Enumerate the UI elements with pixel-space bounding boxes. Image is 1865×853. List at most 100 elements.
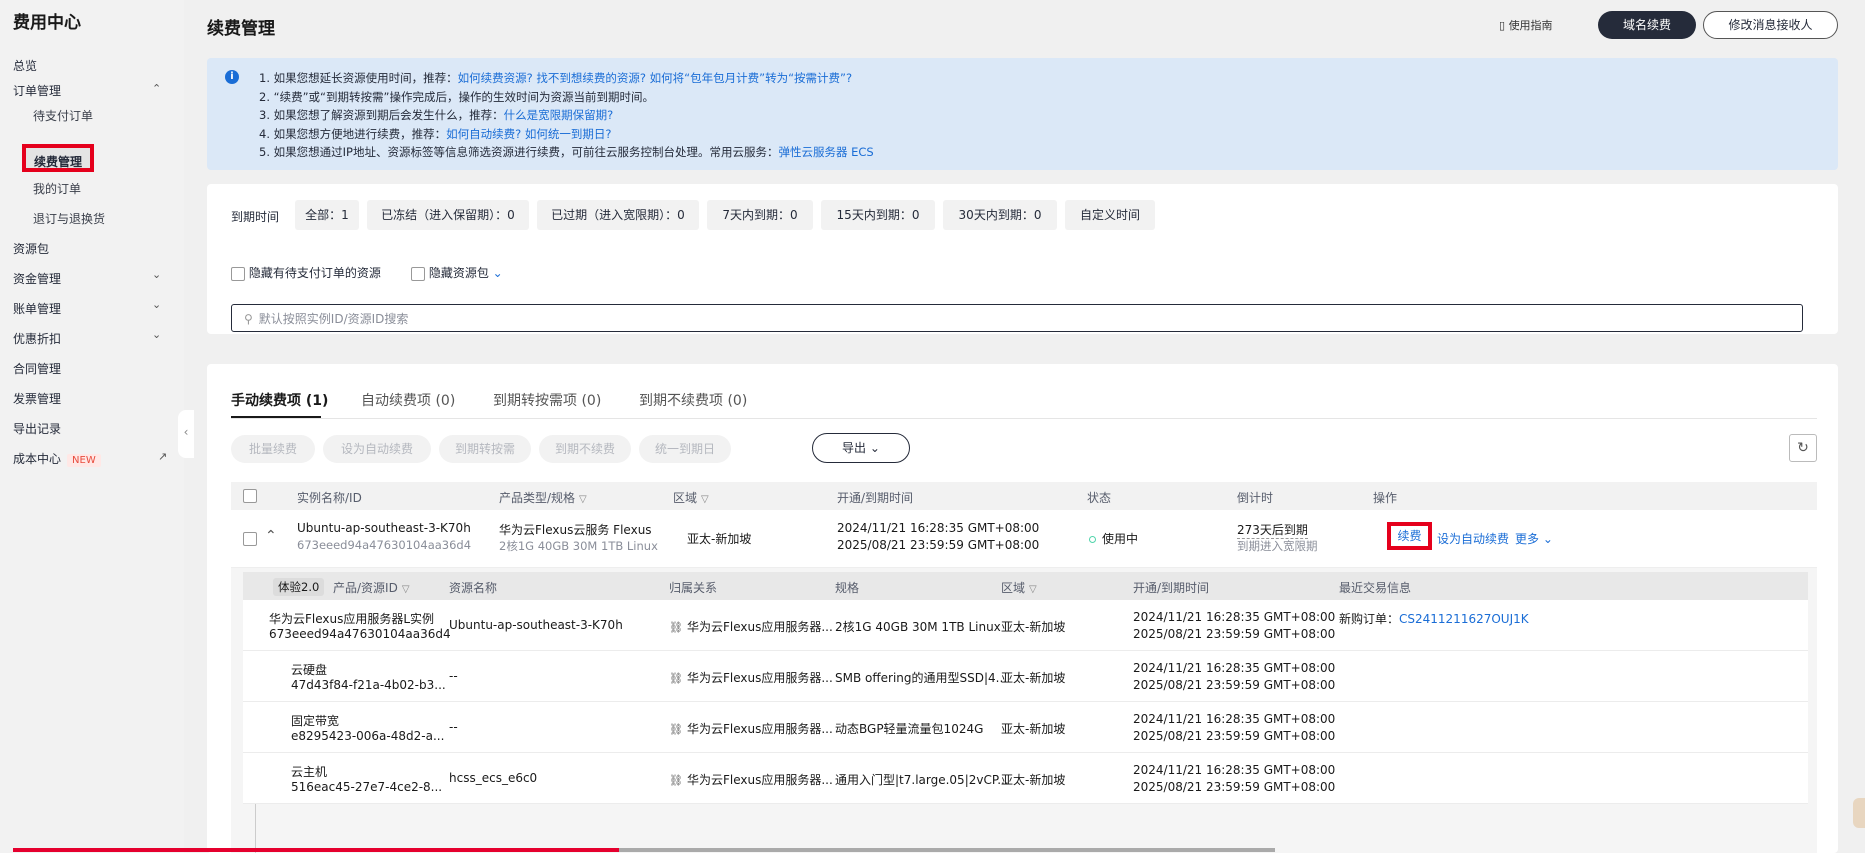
sub-row: 固定带宽 e8295423-006a-48d2-a... -- ⛓ 华为云Flex… — [243, 702, 1808, 753]
chevron-down-icon[interactable]: ⌄ — [493, 266, 503, 280]
checkbox-label: 隐藏资源包 — [428, 266, 489, 280]
col-product[interactable]: 产品类型/规格 ▽ — [499, 489, 587, 506]
sub-resource-id: e8295423-006a-48d2-a... — [291, 729, 445, 743]
modify-receiver-button[interactable]: 修改消息接收人 — [1703, 11, 1838, 39]
sidebar-item-overview[interactable]: 总览 — [13, 57, 37, 74]
filter-chip[interactable]: 30天内到期：0 — [943, 200, 1057, 230]
sidebar-item-cost-center[interactable]: 成本中心 NEW — [13, 450, 101, 467]
renew-button[interactable]: 续费 — [1387, 522, 1432, 550]
sidebar-item-funds[interactable]: 资金管理 — [13, 270, 61, 287]
tab-divider — [231, 418, 1817, 419]
filter-icon[interactable]: ▽ — [579, 494, 587, 505]
sub-belong: ⛓ 华为云Flexus应用服务器... — [669, 771, 833, 788]
sidebar-item-discounts[interactable]: 优惠折扣 — [13, 330, 61, 347]
col-label: 区域 — [1001, 581, 1026, 595]
filter-chip[interactable]: 全部：1 — [295, 200, 359, 230]
guide-label: 使用指南 — [1508, 19, 1553, 32]
notice-link[interactable]: 如何统一到期日? — [525, 127, 612, 141]
link-icon: ⛓ — [669, 621, 683, 634]
trade-link[interactable]: CS2411211627OUJ1K — [1399, 612, 1529, 626]
col-product-id[interactable]: 产品/资源ID ▽ — [333, 579, 410, 596]
checkbox[interactable] — [411, 266, 425, 281]
filter-chip[interactable]: 自定义时间 — [1065, 200, 1155, 230]
search-input[interactable]: ⚲ 默认按照实例ID/资源ID搜索 — [231, 304, 1803, 332]
guide-link[interactable]: ▯ 使用指南 — [1499, 17, 1553, 33]
export-button[interactable]: 导出 ⌄ — [812, 433, 910, 463]
to-ondemand-button[interactable]: 到期转按需 — [439, 435, 531, 463]
chevron-up-icon[interactable]: ⌃ — [265, 528, 277, 544]
video-progress-fill — [13, 848, 619, 852]
sidebar-item-contracts[interactable]: 合同管理 — [13, 360, 61, 377]
col-spec: 规格 — [835, 581, 860, 595]
domain-renew-button[interactable]: 域名续费 — [1598, 11, 1696, 39]
notice-link[interactable]: 什么是宽限期保留期? — [504, 108, 614, 122]
more-dropdown[interactable]: 更多 ⌄ — [1515, 530, 1553, 547]
sub-name: Ubuntu-ap-southeast-3-K70h — [449, 618, 623, 632]
sidebar-item-orders[interactable]: 订单管理 — [13, 82, 61, 99]
hide-pending-checkbox[interactable]: 隐藏有待支付订单的资源 — [231, 264, 381, 281]
sub-resources: 体验2.0 产品/资源ID ▽ 资源名称 归属关系 规格 区域 ▽ 开通/到期时间 … — [231, 568, 1817, 853]
sub-end: 2025/08/21 23:59:59 GMT+08:00 — [1133, 678, 1336, 692]
tab-auto[interactable]: 自动续费项 (0) — [361, 390, 455, 410]
no-renew-button[interactable]: 到期不续费 — [539, 435, 631, 463]
expiry-filter-label: 到期时间 — [231, 210, 280, 224]
trade-label: 新购订单： — [1339, 612, 1400, 626]
col-region[interactable]: 区域 ▽ — [1001, 579, 1037, 596]
external-link-icon[interactable]: ↗ — [158, 450, 167, 463]
notice-link[interactable]: 弹性云服务器 ECS — [778, 145, 873, 159]
product-type: 华为云Flexus云服务 Flexus — [499, 523, 652, 537]
sidebar-item-pending-orders[interactable]: 待支付订单 — [33, 107, 93, 124]
filter-icon[interactable]: ▽ — [402, 584, 410, 595]
notice-link[interactable]: 如何续费资源? — [458, 71, 533, 85]
col-trade: 最近交易信息 — [1339, 581, 1412, 595]
set-auto-link[interactable]: 设为自动续费 — [1437, 530, 1509, 547]
region: 亚太-新加坡 — [687, 532, 752, 546]
refresh-icon[interactable]: ↻ — [1789, 434, 1817, 462]
checkbox[interactable] — [231, 266, 245, 281]
chevron-down-icon[interactable]: ⌄ — [152, 298, 161, 311]
sub-product: 云主机 — [291, 765, 328, 779]
sub-product: 云硬盘 — [291, 663, 328, 677]
sidebar-item-my-orders[interactable]: 我的订单 — [33, 180, 81, 197]
assistant-avatar[interactable] — [1853, 798, 1865, 828]
collapse-sidebar-button[interactable]: ‹ — [178, 410, 194, 458]
more-label: 更多 — [1515, 532, 1540, 546]
batch-renew-button[interactable]: 批量续费 — [231, 435, 315, 463]
sidebar-item-exports[interactable]: 导出记录 — [13, 420, 61, 437]
filter-chip[interactable]: 已冻结（进入保留期）：0 — [367, 200, 529, 230]
sidebar-item-renewal[interactable]: 续费管理 — [22, 144, 94, 172]
notice-link[interactable]: 如何将“包年包月计费”转为“按需计费”? — [650, 71, 852, 85]
row-checkbox[interactable] — [243, 532, 257, 546]
notice-link[interactable]: 找不到想续费的资源? — [536, 71, 646, 85]
chevron-down-icon: ⌄ — [869, 441, 880, 455]
chevron-down-icon[interactable]: ⌄ — [152, 328, 161, 341]
unify-expiry-button[interactable]: 统一到期日 — [639, 435, 731, 463]
sub-start: 2024/11/21 16:28:35 GMT+08:00 — [1133, 661, 1336, 675]
filter-chip[interactable]: 已过期（进入宽限期）：0 — [537, 200, 699, 230]
resource-card: 手动续费项 (1) 自动续费项 (0) 到期转按需项 (0) 到期不续费项 (0… — [207, 364, 1838, 853]
chevron-down-icon[interactable]: ⌄ — [152, 268, 161, 281]
tab-manual[interactable]: 手动续费项 (1) — [231, 390, 328, 410]
filter-icon[interactable]: ▽ — [1029, 584, 1037, 595]
status-text: 使用中 — [1102, 532, 1139, 546]
col-region[interactable]: 区域 ▽ — [673, 489, 709, 506]
countdown: 273天后到期 — [1237, 523, 1308, 539]
filter-chip[interactable]: 7天内到期：0 — [707, 200, 813, 230]
tab-ondemand[interactable]: 到期转按需项 (0) — [493, 390, 601, 410]
notice-link[interactable]: 如何自动续费? — [446, 127, 521, 141]
sub-belong-text: 华为云Flexus应用服务器... — [686, 671, 833, 685]
set-auto-renew-button[interactable]: 设为自动续费 — [323, 435, 431, 463]
sidebar-item-bills[interactable]: 账单管理 — [13, 300, 61, 317]
sidebar-item-invoices[interactable]: 发票管理 — [13, 390, 61, 407]
link-icon: ⛓ — [669, 672, 683, 685]
select-all-checkbox[interactable] — [243, 489, 257, 503]
sidebar-item-unsubscribe[interactable]: 退订与退换货 — [33, 210, 105, 227]
sub-trade: 新购订单：CS2411211627OUJ1K — [1339, 610, 1529, 627]
tab-no-renew[interactable]: 到期不续费项 (0) — [639, 390, 747, 410]
chevron-up-icon[interactable]: ⌃ — [152, 82, 161, 95]
sidebar-item-packages[interactable]: 资源包 — [13, 240, 49, 257]
col-belong: 归属关系 — [669, 581, 718, 595]
filter-chip[interactable]: 15天内到期：0 — [821, 200, 935, 230]
hide-package-checkbox[interactable]: 隐藏资源包 ⌄ — [411, 264, 503, 281]
filter-icon[interactable]: ▽ — [701, 494, 709, 505]
